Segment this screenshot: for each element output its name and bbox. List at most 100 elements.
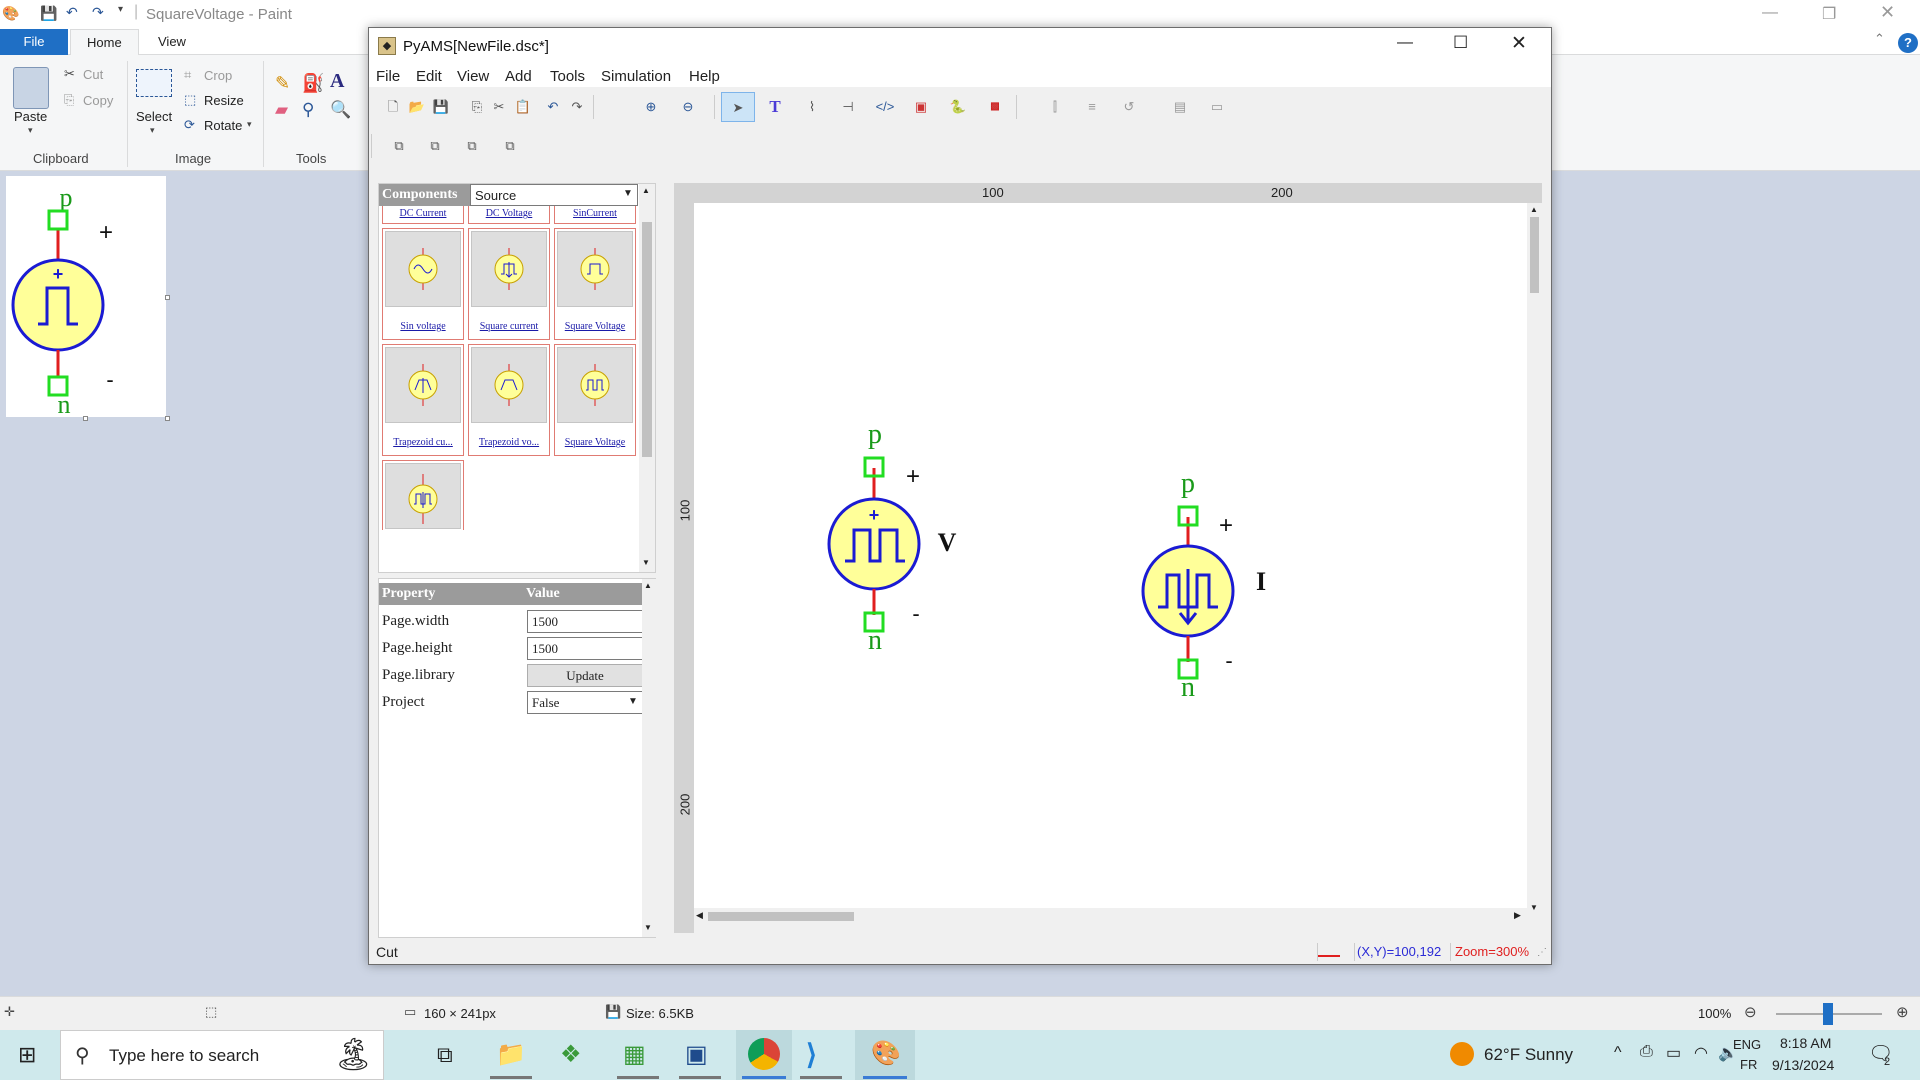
pencil-icon[interactable]: ✎ xyxy=(275,73,290,94)
chevron-up-icon[interactable]: ^ xyxy=(1614,1044,1622,1062)
project-select[interactable]: False ▼ xyxy=(527,691,643,714)
component-square-voltage-2[interactable]: Square Voltage xyxy=(554,344,636,456)
language-code[interactable]: ENG xyxy=(1733,1037,1761,1052)
weather-text[interactable]: 62°F Sunny xyxy=(1484,1045,1573,1065)
tab-file[interactable]: File xyxy=(0,29,68,55)
copy-icon[interactable]: ⎘ xyxy=(64,92,74,108)
save-icon[interactable]: 💾 xyxy=(40,5,57,22)
resize-icon[interactable]: ⬚ xyxy=(184,92,196,108)
undo-icon[interactable]: ↶ xyxy=(66,4,78,21)
component-cell[interactable]: SinCurrent xyxy=(554,206,636,224)
crop-button[interactable]: Crop xyxy=(204,68,232,83)
redo-icon[interactable]: ↷ xyxy=(92,4,104,21)
clock-time[interactable]: 8:18 AM xyxy=(1780,1035,1831,1051)
text-tool-icon[interactable]: A xyxy=(330,70,344,93)
menu-add[interactable]: Add xyxy=(505,68,532,85)
wifi-icon[interactable]: ◠ xyxy=(1694,1043,1708,1063)
code-icon[interactable]: </> xyxy=(873,95,897,119)
weather-icon[interactable] xyxy=(1450,1042,1474,1066)
open-file-icon[interactable]: 📂 xyxy=(405,95,429,119)
scroll-up-icon[interactable]: ▲ xyxy=(642,186,650,195)
resize-button[interactable]: Resize xyxy=(204,93,244,108)
rotate-icon[interactable]: ↺ xyxy=(1117,95,1141,119)
flip-horizontal-icon[interactable]: ⫿ xyxy=(1043,95,1067,119)
cut-icon[interactable]: ✂ xyxy=(487,95,511,119)
properties-scrollbar[interactable]: ▲ ▼ xyxy=(642,579,656,937)
zoom-slider-thumb[interactable] xyxy=(1823,1003,1833,1025)
paint-taskbar-button[interactable]: 🎨 xyxy=(855,1030,915,1080)
component-square-current[interactable]: Square current xyxy=(468,228,550,340)
pyams-close-button[interactable]: ✕ xyxy=(1511,32,1527,55)
paint-restore-button[interactable]: ❐ xyxy=(1822,4,1836,24)
canvas-vertical-scrollbar[interactable]: ▲ ▼ xyxy=(1527,203,1542,915)
select-icon[interactable] xyxy=(136,69,172,97)
zoom-out-button[interactable]: ⊖ xyxy=(1744,1003,1757,1021)
task-view-icon[interactable]: ⧉ xyxy=(437,1042,453,1068)
paint-image-canvas[interactable]: p + + - n xyxy=(6,176,166,419)
resize-handle[interactable] xyxy=(165,416,170,421)
menu-view[interactable]: View xyxy=(457,68,489,85)
component-cell[interactable]: DC Voltage xyxy=(468,206,550,224)
vscode-icon[interactable]: ⟩ xyxy=(806,1038,817,1071)
components-scrollbar[interactable]: ▲ ▼ xyxy=(639,184,655,572)
category-select[interactable]: Source ▼ xyxy=(470,184,638,206)
menu-edit[interactable]: Edit xyxy=(416,68,442,85)
bring-forward-icon[interactable]: ⧉ xyxy=(460,134,484,158)
page-height-input[interactable]: 1500 xyxy=(527,637,643,660)
scrollbar-thumb[interactable] xyxy=(642,222,652,457)
resize-grip-icon[interactable]: ⋰ xyxy=(1537,947,1547,958)
chrome-taskbar-button[interactable] xyxy=(736,1030,792,1080)
cut-icon[interactable]: ✂ xyxy=(64,66,75,82)
taskbar-search-box[interactable]: ⚲ Type here to search 🏝 xyxy=(60,1030,384,1080)
help-icon[interactable]: ? xyxy=(1898,33,1918,53)
scrollbar-thumb[interactable] xyxy=(708,912,854,921)
analysis-icon[interactable]: ▩ xyxy=(983,95,1007,119)
paste-button[interactable]: Paste xyxy=(14,109,47,124)
net-label-icon[interactable]: ⊣ xyxy=(836,95,860,119)
canvas-horizontal-scrollbar[interactable]: ◀ ▶ xyxy=(694,908,1530,924)
pointer-tool-icon[interactable]: ➤ xyxy=(721,92,755,122)
rotate-icon[interactable]: ⟳ xyxy=(184,117,195,133)
scroll-down-icon[interactable]: ▼ xyxy=(1530,903,1538,912)
scrollbar-thumb[interactable] xyxy=(1530,217,1539,293)
send-back-icon[interactable]: ⧉ xyxy=(423,134,447,158)
update-library-button[interactable]: Update xyxy=(527,664,643,687)
meet-now-icon[interactable]: ⎙ xyxy=(1640,1043,1653,1061)
flip-vertical-icon[interactable]: ≡ xyxy=(1080,95,1104,119)
tab-home[interactable]: Home xyxy=(70,29,139,55)
page-width-input[interactable]: 1500 xyxy=(527,610,643,633)
scroll-left-icon[interactable]: ◀ xyxy=(696,910,703,921)
scroll-down-icon[interactable]: ▼ xyxy=(644,923,652,932)
resize-handle[interactable] xyxy=(165,295,170,300)
menu-simulation[interactable]: Simulation xyxy=(601,68,671,85)
battery-icon[interactable]: ▭ xyxy=(1666,1043,1681,1063)
scroll-up-icon[interactable]: ▲ xyxy=(644,581,652,590)
menu-file[interactable]: File xyxy=(376,68,400,85)
new-file-icon[interactable]: 🗋 xyxy=(381,95,405,119)
copy-button[interactable]: Copy xyxy=(83,93,113,108)
undo-icon[interactable]: ↶ xyxy=(541,95,565,119)
python-icon[interactable]: 🐍 xyxy=(946,95,970,119)
pyams-maximize-button[interactable]: ☐ xyxy=(1453,33,1468,53)
fill-icon[interactable]: ⛽ xyxy=(302,73,324,94)
tab-view[interactable]: View xyxy=(142,29,202,55)
rotate-button[interactable]: Rotate xyxy=(204,118,242,133)
paste-icon[interactable]: 📋 xyxy=(511,95,535,119)
select-button[interactable]: Select xyxy=(136,109,172,124)
keyboard-layout[interactable]: FR xyxy=(1740,1057,1757,1072)
cut-button[interactable]: Cut xyxy=(83,67,103,82)
pyams-minimize-button[interactable]: — xyxy=(1397,34,1413,52)
rotate-dropdown-icon[interactable]: ▾ xyxy=(247,119,252,130)
ribbon-collapse-icon[interactable]: ⌃ xyxy=(1874,31,1885,47)
paint-minimize-button[interactable]: — xyxy=(1762,4,1778,22)
zoom-out-icon[interactable]: ⊖ xyxy=(676,95,700,119)
select-dropdown-icon[interactable]: ▾ xyxy=(150,125,155,136)
scroll-down-icon[interactable]: ▼ xyxy=(642,558,650,567)
menu-help[interactable]: Help xyxy=(689,68,720,85)
windows-start-icon[interactable]: ⊞ xyxy=(18,1042,36,1068)
component-trapezoid-current[interactable]: Trapezoid cu... xyxy=(382,344,464,456)
component-square-current-2[interactable] xyxy=(382,460,464,530)
terminal-icon[interactable]: ▣ xyxy=(685,1040,708,1069)
schematic-canvas[interactable]: p + + - n V p + - n I xyxy=(694,203,1530,915)
eraser-icon[interactable]: ▰ xyxy=(275,100,288,120)
